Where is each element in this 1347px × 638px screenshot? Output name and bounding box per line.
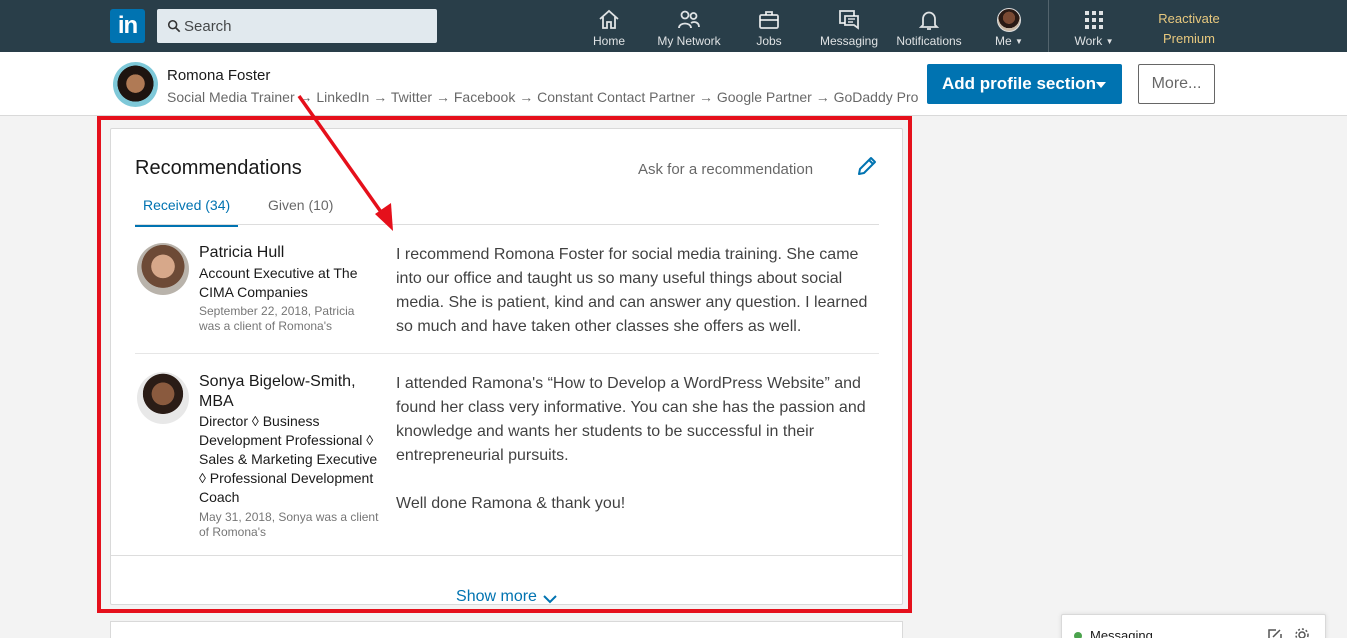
search-box[interactable] — [157, 9, 437, 43]
nav-work[interactable]: Work ▼ — [1072, 8, 1116, 50]
profile-avatar — [113, 62, 158, 107]
annotation-highlight-box — [97, 116, 912, 613]
premium-line-2: Premium — [1162, 31, 1215, 46]
me-avatar — [997, 8, 1021, 32]
linkedin-logo[interactable]: in — [110, 9, 145, 43]
nav-jobs-label: Jobs — [756, 34, 782, 48]
nav-messaging[interactable]: Messaging — [819, 8, 879, 50]
reactivate-premium-link[interactable]: Reactivate Premium — [1150, 9, 1228, 49]
profile-name: Romona Foster — [167, 67, 271, 84]
nav-me-label: Me — [995, 34, 1012, 48]
nav-notifications-label: Notifications — [896, 34, 962, 48]
nav-my-network-label: My Network — [657, 34, 721, 48]
messaging-icon — [839, 10, 859, 30]
nav-me[interactable]: Me ▼ — [993, 8, 1025, 50]
briefcase-icon — [759, 11, 779, 29]
nav-jobs[interactable]: Jobs — [754, 8, 784, 50]
add-profile-section-label: Add profile section — [942, 74, 1096, 93]
top-nav: in Home My Network Jobs Messaging Notifi… — [0, 0, 1347, 52]
next-section-card — [110, 621, 903, 638]
nav-home-label: Home — [592, 34, 625, 48]
bell-icon — [918, 11, 940, 30]
search-input[interactable] — [184, 9, 432, 43]
caret-down-icon — [1096, 82, 1106, 88]
add-profile-section-button[interactable]: Add profile section — [927, 64, 1122, 104]
chevron-down-icon: ▼ — [1105, 37, 1114, 46]
nav-home[interactable]: Home — [592, 8, 626, 50]
nav-messaging-label: Messaging — [819, 34, 879, 48]
chevron-down-icon: ▼ — [1015, 37, 1023, 46]
online-status-dot — [1074, 632, 1082, 638]
messaging-dock[interactable]: Messaging — [1061, 614, 1326, 638]
nav-divider — [1048, 0, 1049, 52]
profile-headline: Social Media Trainer → LinkedIn → Twitte… — [167, 89, 919, 105]
more-button[interactable]: More... — [1138, 64, 1215, 104]
network-icon — [678, 10, 700, 29]
gear-icon[interactable] — [1294, 627, 1310, 638]
search-icon — [167, 19, 181, 33]
compose-icon[interactable] — [1267, 627, 1283, 638]
nav-my-network[interactable]: My Network — [655, 8, 723, 50]
premium-line-1: Reactivate — [1158, 11, 1220, 26]
messaging-dock-label: Messaging — [1090, 628, 1153, 638]
grid-icon — [1085, 11, 1103, 29]
nav-notifications[interactable]: Notifications — [894, 8, 964, 50]
profile-sticky-bar: Romona Foster Social Media Trainer → Lin… — [0, 52, 1347, 116]
home-icon — [599, 9, 619, 29]
nav-work-label: Work — [1074, 34, 1103, 48]
